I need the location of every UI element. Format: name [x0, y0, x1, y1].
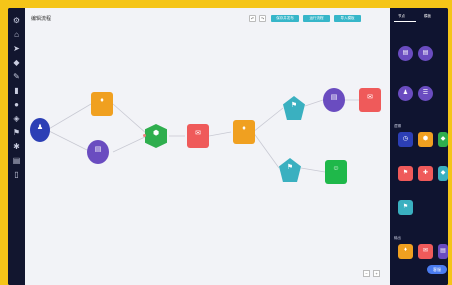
- sms-node[interactable]: ✉: [359, 88, 381, 112]
- palette-ab-test[interactable]: ✚: [418, 166, 433, 181]
- audience-node[interactable]: ▤: [87, 140, 109, 164]
- start-node[interactable]: ♟: [30, 118, 50, 142]
- mail-icon: ✉: [195, 130, 201, 137]
- palette-merge[interactable]: ◆: [438, 166, 448, 181]
- tab-nodes[interactable]: 节点: [398, 14, 405, 19]
- list-icon: ▤: [94, 146, 102, 153]
- document-icon[interactable]: ▤: [12, 156, 21, 165]
- zoom-in-button[interactable]: +: [373, 270, 380, 277]
- settings-icon[interactable]: ⚙: [12, 16, 21, 25]
- bell-icon: ♦: [242, 125, 246, 132]
- gear-icon[interactable]: ✱: [12, 142, 21, 151]
- palette-wait[interactable]: ◷: [398, 132, 413, 147]
- user-icon[interactable]: ●: [12, 100, 21, 109]
- clock-icon: ◷: [402, 136, 409, 142]
- palette-filter[interactable]: ☰: [418, 86, 433, 101]
- zoom-out-button[interactable]: −: [363, 270, 370, 277]
- send-icon[interactable]: ➤: [12, 44, 21, 53]
- input-port[interactable]: [143, 134, 146, 137]
- palette-email[interactable]: ✉: [418, 244, 433, 259]
- list-icon: ▤: [330, 94, 338, 101]
- list-icon: ▤: [422, 50, 429, 56]
- shield-icon[interactable]: ◈: [12, 114, 21, 123]
- chat-icon: ☺: [332, 165, 340, 172]
- branch-icon: ⚑: [402, 204, 409, 210]
- palette-sms[interactable]: ▤: [438, 244, 448, 259]
- chat-button[interactable]: 客服: [427, 265, 447, 274]
- tab-indicator: [394, 21, 416, 22]
- mail-icon: ✉: [367, 94, 373, 101]
- action-node-1[interactable]: ♦: [91, 92, 113, 116]
- branch-icon: ◆: [440, 136, 446, 142]
- home-icon[interactable]: ⌂: [12, 30, 21, 39]
- chart-icon[interactable]: ▮: [12, 86, 21, 95]
- tag-icon[interactable]: ◆: [12, 58, 21, 67]
- action-node-2[interactable]: ♦: [233, 120, 255, 144]
- palette-segment[interactable]: ▤: [418, 46, 433, 61]
- mail-icon: ✉: [422, 248, 429, 254]
- branch-icon: ⚑: [402, 170, 409, 176]
- bell-icon: ♦: [100, 97, 104, 104]
- tab-templates[interactable]: 模板: [424, 14, 431, 19]
- palette-split[interactable]: ⚑: [398, 166, 413, 181]
- mobile-icon[interactable]: ▯: [12, 170, 21, 179]
- wechat-node[interactable]: ☺: [325, 160, 347, 184]
- palette-tag[interactable]: ♟: [398, 86, 413, 101]
- list-icon: ▤: [402, 50, 409, 56]
- section-logic: 逻辑: [394, 124, 401, 128]
- email-node[interactable]: ✉: [187, 124, 209, 148]
- branch-icon: ⚑: [286, 164, 294, 171]
- branch-icon: ⚑: [290, 102, 298, 109]
- section-output: 输出: [394, 236, 401, 240]
- tag-node[interactable]: ▤: [323, 88, 345, 112]
- palette-branch[interactable]: ◆: [438, 132, 448, 147]
- hexagon-icon: ⬢: [422, 136, 429, 142]
- hexagon-icon: ⬢: [152, 130, 160, 137]
- left-nav: ⚙ ⌂ ➤ ◆ ✎ ▮ ● ◈ ⚑ ✱ ▤ ▯: [8, 8, 25, 285]
- palette-route[interactable]: ⚑: [398, 200, 413, 215]
- wrench-icon[interactable]: ✎: [12, 72, 21, 81]
- palette-audience[interactable]: ▤: [398, 46, 413, 61]
- branch-icon: ✚: [422, 170, 429, 176]
- mail-icon: ▤: [440, 248, 446, 254]
- list-icon: ☰: [422, 90, 429, 96]
- app-frame: ⚙ ⌂ ➤ ◆ ✎ ▮ ● ◈ ⚑ ✱ ▤ ▯ 编辑流程 ↶ ↷ 保存并发布 运…: [8, 8, 448, 285]
- flag-icon[interactable]: ⚑: [12, 128, 21, 137]
- user-icon: ♟: [402, 90, 409, 96]
- flow-canvas[interactable]: 编辑流程 ↶ ↷ 保存并发布 运行流程 导入模板 ♟ ♦ ▤ ⬢ ✉ ♦ ⚑ ⚑…: [25, 8, 390, 285]
- user-icon: ♟: [36, 124, 44, 131]
- palette-condition[interactable]: ⬢: [418, 132, 433, 147]
- node-palette: 节点 模板 ▤ ▤ ♟ ☰ 逻辑 ◷ ⬢ ◆ ⚑ ✚ ◆ ⚑ 输出 ♦ ✉ ▤: [390, 8, 448, 285]
- palette-notify[interactable]: ♦: [398, 244, 413, 259]
- bell-icon: ♦: [403, 247, 408, 253]
- branch-icon: ◆: [440, 170, 446, 176]
